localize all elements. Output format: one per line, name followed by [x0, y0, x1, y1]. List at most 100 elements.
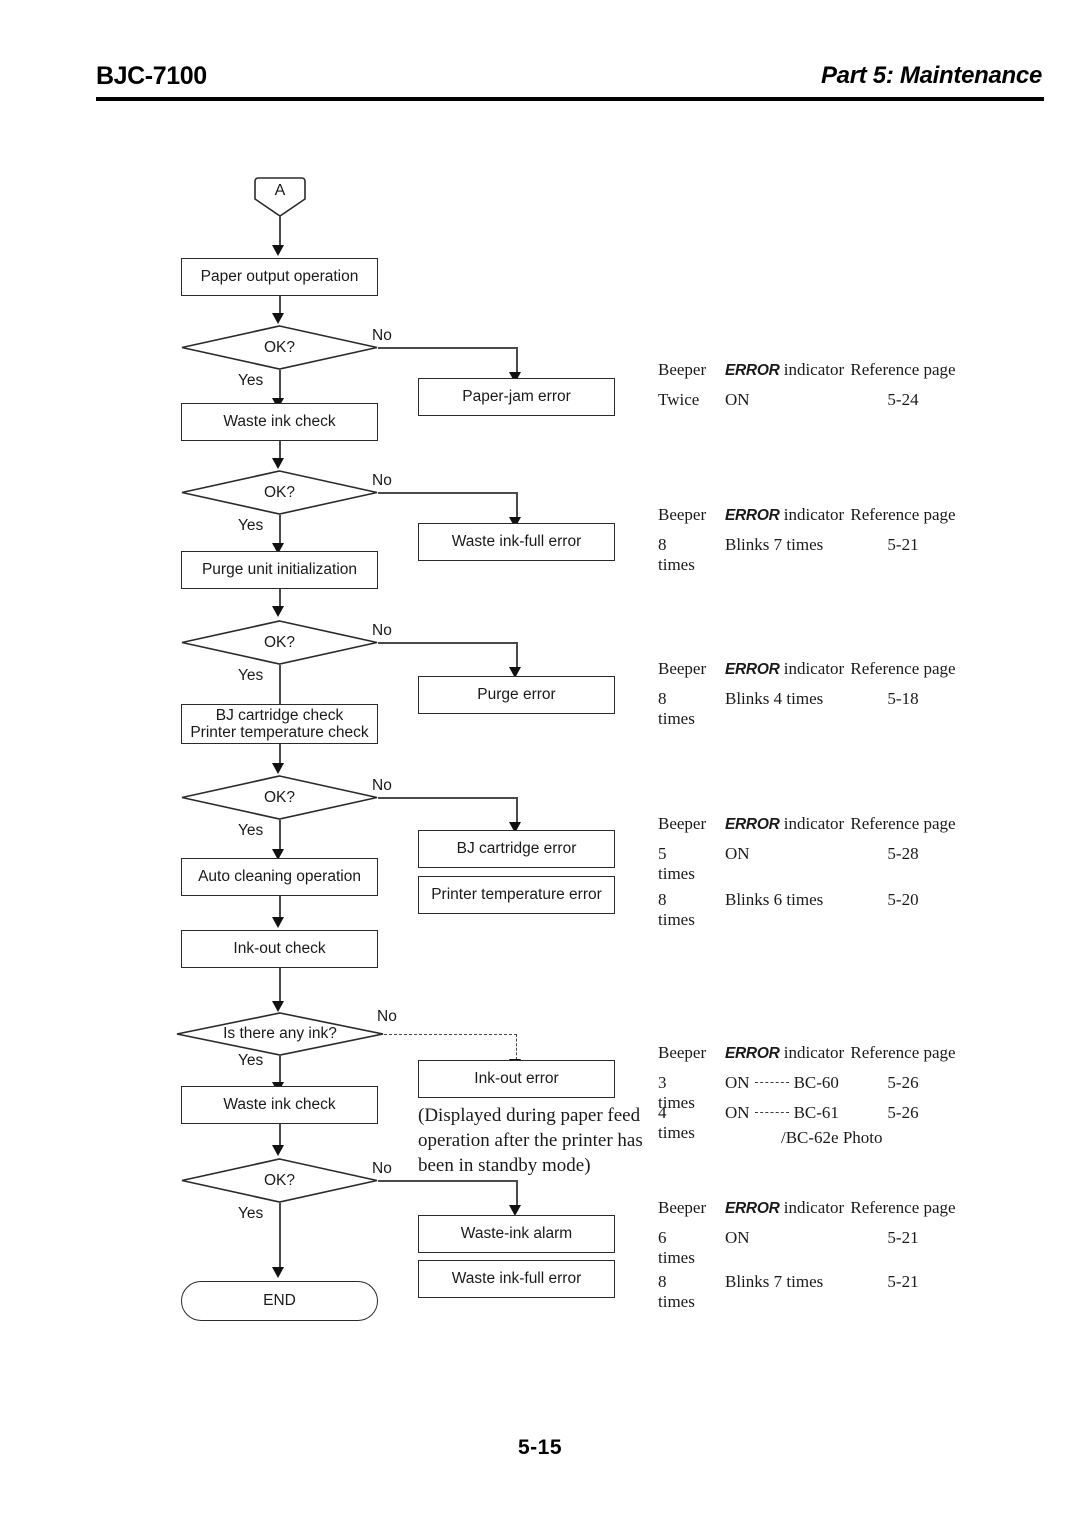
cell-indicator: ON BC-60 [725, 1073, 839, 1092]
edge-label-yes-ink: Yes [238, 1052, 264, 1069]
edge-ink-no-dashed [384, 1034, 517, 1035]
edge-label-yes-5: Yes [238, 1205, 264, 1222]
node-waste-ink-alarm: Waste-ink alarm [418, 1215, 615, 1253]
header-beeper: Beeper [658, 360, 707, 379]
arrowhead [272, 917, 284, 928]
node-bj-cartridge-error: BJ cartridge error [418, 830, 615, 868]
header-error-indicator: ERROR indicator [725, 659, 845, 678]
header-error-indicator: ERROR indicator [725, 360, 845, 379]
edge-label-yes-2: Yes [238, 517, 264, 534]
header-rule [96, 97, 1044, 101]
cell-beeper: 4 times [658, 1103, 695, 1142]
header-reference-page: Reference page [850, 505, 956, 524]
arrowhead [272, 606, 284, 617]
document-part-title: Part 5: Maintenance [820, 62, 1042, 89]
document-model-title: BJC-7100 [96, 62, 207, 90]
edge-ok1-no [378, 347, 517, 349]
node-ink-out-check: Ink-out check [181, 930, 378, 968]
decision-is-there-any-ink: Is there any ink? [176, 1012, 384, 1056]
cell-beeper: 8 times [658, 890, 695, 929]
header-error-indicator: ERROR indicator [725, 814, 845, 833]
edge-autocleaning-to-inkout [279, 896, 281, 918]
cell-reference: 5-21 [887, 535, 919, 554]
header-reference-page: Reference page [850, 1198, 956, 1217]
edge-ok1-no-down [516, 347, 518, 373]
cell-indicator: ON [725, 1228, 750, 1247]
decision-ok-2: OK? [181, 470, 378, 515]
header-beeper: Beeper [658, 1043, 707, 1062]
cell-reference: 5-24 [887, 390, 919, 409]
decision-ok-5: OK? [181, 1158, 378, 1203]
edge-label-no-2: No [372, 472, 392, 489]
edge-purge-init-to-ok3 [279, 589, 281, 607]
edge-waste-ink-check1-to-ok2 [279, 441, 281, 459]
node-bj-cartridge-check-line: BJ cartridge check [215, 706, 344, 724]
ink-out-error-note: (Displayed during paper feed operation a… [418, 1105, 643, 1177]
cell-reference: 5-20 [887, 890, 919, 909]
cell-indicator: Blinks 7 times [725, 535, 824, 554]
edge-ok3-yes [279, 665, 281, 704]
node-bj-cartridge-and-temp-check: BJ cartridge check Printer temperature c… [181, 704, 378, 744]
connector-a-label: A [274, 182, 286, 199]
header-reference-page: Reference page [850, 814, 956, 833]
node-printer-temp-check-line: Printer temperature check [190, 724, 369, 741]
header-error-indicator: ERROR indicator [725, 505, 845, 524]
edge-ok4-yes [279, 820, 281, 852]
cell-reference: 5-26 [887, 1103, 919, 1122]
cell-beeper: 6 times [658, 1228, 695, 1267]
edge-bjcheck-to-ok4 [279, 744, 281, 764]
header-reference-page: Reference page [850, 360, 956, 379]
cell-cartridge-model-alt: /BC-62e Photo [781, 1128, 883, 1147]
header-reference-page: Reference page [850, 1043, 956, 1062]
cell-reference: 5-18 [887, 689, 919, 708]
edge-ok2-no [378, 492, 517, 494]
node-auto-cleaning-operation: Auto cleaning operation [181, 858, 378, 896]
header-beeper: Beeper [658, 505, 707, 524]
arrowhead [272, 313, 284, 324]
node-paper-jam-error: Paper-jam error [418, 378, 615, 416]
header-error-indicator: ERROR indicator [725, 1043, 845, 1062]
dashed-link-line [754, 1111, 789, 1113]
arrowhead [272, 1001, 284, 1012]
node-waste-ink-check-1: Waste ink check [181, 403, 378, 441]
edge-label-yes-3: Yes [238, 667, 264, 684]
page-header: BJC-7100 Part 5: Maintenance [0, 0, 1080, 110]
decision-ok-1: OK? [181, 325, 378, 370]
flow-connector-a: A [254, 177, 306, 217]
cell-reference: 5-26 [887, 1073, 919, 1092]
cell-indicator: Blinks 4 times [725, 689, 824, 708]
node-end-terminator: END [181, 1281, 378, 1321]
edge-ok5-no-down [516, 1180, 518, 1206]
edge-label-yes-4: Yes [238, 822, 264, 839]
edge-label-no-3: No [372, 622, 392, 639]
cell-indicator: ON [725, 390, 750, 409]
edge-ok2-no-down [516, 492, 518, 518]
edge-label-no-1: No [372, 327, 392, 344]
edge-wasteinkcheck2-to-ok5 [279, 1124, 281, 1146]
cell-beeper: 8 times [658, 689, 695, 728]
edge-ok3-no [378, 642, 517, 644]
decision-ok-4: OK? [181, 775, 378, 820]
edge-ok5-no [378, 1180, 517, 1182]
cell-reference: 5-28 [887, 844, 919, 863]
cell-cartridge-model: BC-61 [793, 1103, 839, 1122]
arrowhead [272, 245, 284, 256]
arrowhead [272, 458, 284, 469]
cell-indicator: ON [725, 844, 750, 863]
arrowhead [272, 1145, 284, 1156]
header-reference-page: Reference page [850, 659, 956, 678]
page-number: 5-15 [517, 1436, 563, 1459]
dashed-link-line [754, 1081, 789, 1083]
edge-inkout-to-isthereink [279, 968, 281, 1002]
cell-indicator: Blinks 7 times [725, 1272, 824, 1291]
edge-ok4-no-down [516, 797, 518, 823]
edge-paper-output-to-ok1 [279, 296, 281, 314]
node-purge-unit-initialization: Purge unit initialization [181, 551, 378, 589]
header-beeper: Beeper [658, 1198, 707, 1217]
node-waste-ink-full-error-1: Waste ink-full error [418, 523, 615, 561]
decision-ok-3: OK? [181, 620, 378, 665]
node-waste-ink-check-2: Waste ink check [181, 1086, 378, 1124]
edge-ok3-no-down [516, 642, 518, 668]
cell-cartridge-model: BC-60 [793, 1073, 839, 1092]
cell-beeper: 8 times [658, 535, 695, 574]
